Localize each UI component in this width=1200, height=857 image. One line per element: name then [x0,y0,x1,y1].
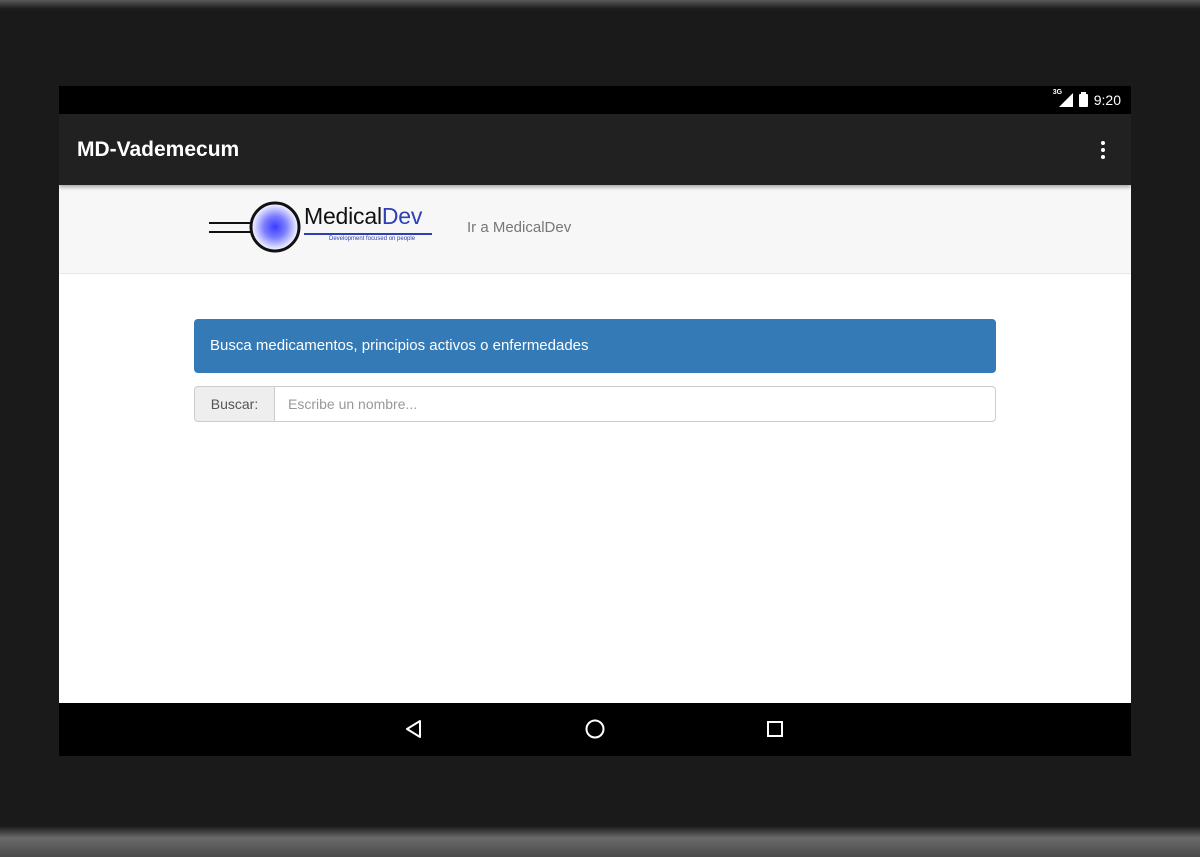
logo-tagline: Development focused on people [329,236,416,242]
go-to-medicaldev-link[interactable]: Ir a MedicalDev [467,219,571,236]
status-time: 9:20 [1093,92,1121,108]
status-bar: 3G 9:20 [59,86,1131,114]
home-circle-icon[interactable] [583,717,607,741]
stethoscope-logo-icon [209,201,301,253]
search-info-panel: Busca medicamentos, principios activos o… [194,319,996,373]
back-triangle-icon[interactable] [402,717,426,741]
device-bezel: 3G 9:20 MD-Vademecum MedicalDev Developm… [0,0,1200,857]
overflow-menu-icon[interactable] [1091,138,1115,162]
medicaldev-logo[interactable]: MedicalDev Development focused on people [209,199,439,257]
logo-wordmark: MedicalDev [304,203,423,229]
search-group: Buscar: [194,386,996,422]
search-label: Buscar: [194,386,274,422]
logo-underline [304,233,432,235]
app-bar: MD-Vademecum [59,114,1131,185]
status-icons: 3G 9:20 [1053,86,1121,114]
network-type-label: 3G [1052,89,1063,96]
recents-square-icon[interactable] [763,717,787,741]
search-input[interactable] [274,386,996,422]
app-title: MD-Vademecum [77,138,240,161]
system-nav-bar [59,703,1131,756]
battery-icon [1078,91,1088,107]
signal-icon: 3G [1053,89,1073,107]
web-header: MedicalDev Development focused on people… [59,185,1131,274]
device-screen: 3G 9:20 MD-Vademecum MedicalDev Developm… [59,86,1131,756]
bezel-edge [0,0,1200,8]
